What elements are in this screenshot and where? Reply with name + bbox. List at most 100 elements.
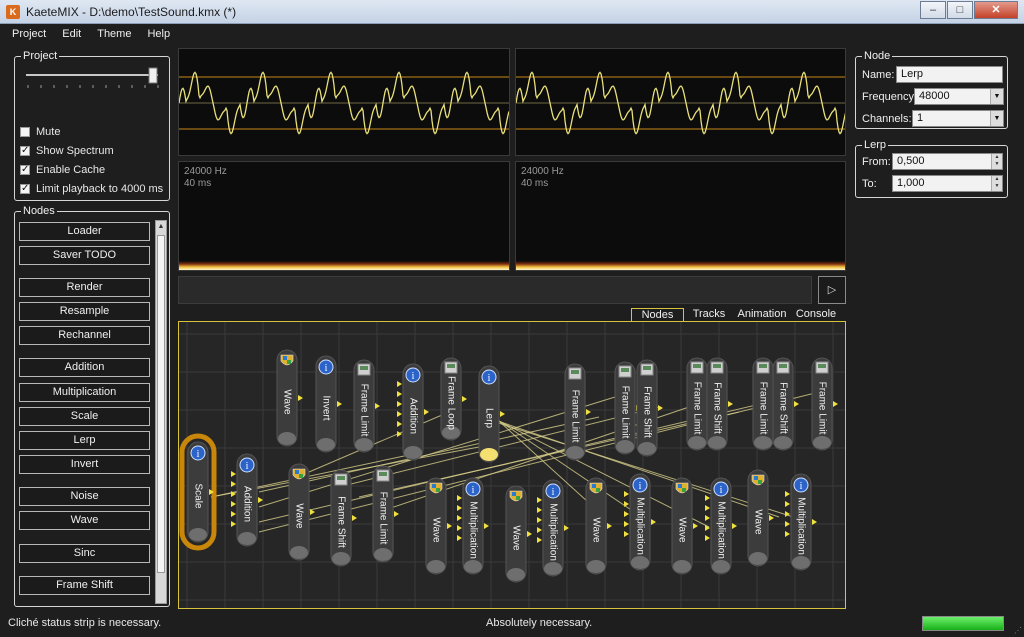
- graph-node-frame-limit[interactable]: Frame Limit: [353, 359, 380, 453]
- spin-arrows-icon[interactable]: ▲ ▼: [991, 176, 1002, 191]
- input-port[interactable]: [705, 495, 710, 501]
- input-port[interactable]: [457, 535, 462, 541]
- chevron-down-icon[interactable]: ▼: [990, 111, 1003, 126]
- node-button-loader[interactable]: Loader: [19, 222, 150, 241]
- menu-project[interactable]: Project: [12, 25, 46, 44]
- input-port[interactable]: [231, 471, 236, 477]
- input-port[interactable]: [397, 401, 402, 407]
- node-button-wave[interactable]: Wave: [19, 511, 150, 530]
- node-button-rechannel[interactable]: Rechannel: [19, 326, 150, 345]
- input-port[interactable]: [624, 531, 629, 537]
- node-button-sinc[interactable]: Sinc: [19, 544, 150, 563]
- input-port[interactable]: [785, 521, 790, 527]
- input-port[interactable]: [624, 491, 629, 497]
- play-button[interactable]: ▷: [818, 276, 846, 304]
- tab-console[interactable]: Console: [792, 308, 840, 322]
- graph-node-wave[interactable]: Wave: [505, 485, 532, 583]
- graph-node-frame-limit[interactable]: Frame Limit: [372, 465, 399, 563]
- spin-arrows-icon[interactable]: ▲ ▼: [991, 154, 1002, 169]
- node-button-addition[interactable]: Addition: [19, 358, 150, 377]
- input-port[interactable]: [231, 511, 236, 517]
- input-port[interactable]: [457, 525, 462, 531]
- input-port[interactable]: [397, 391, 402, 397]
- limit-playback-checkbox[interactable]: ✓ Limit playback to 4000 ms: [20, 183, 163, 195]
- input-port[interactable]: [537, 527, 542, 533]
- close-button[interactable]: ✕: [974, 1, 1018, 19]
- node-button-render[interactable]: Render: [19, 278, 150, 297]
- input-port[interactable]: [705, 505, 710, 511]
- input-port[interactable]: [457, 505, 462, 511]
- output-port[interactable]: [500, 411, 505, 417]
- output-port[interactable]: [769, 515, 774, 521]
- graph-node-addition[interactable]: i Addition: [231, 453, 263, 547]
- from-stepper[interactable]: 0,500 ▲ ▼: [892, 153, 1003, 170]
- input-port[interactable]: [705, 535, 710, 541]
- graph-node-frame-shift[interactable]: Frame Shift: [636, 359, 663, 457]
- node-button-noise[interactable]: Noise: [19, 487, 150, 506]
- output-port[interactable]: [462, 396, 467, 402]
- input-port[interactable]: [457, 515, 462, 521]
- chevron-down-icon[interactable]: ▼: [990, 89, 1003, 104]
- resize-grip-icon[interactable]: ⋰: [1014, 626, 1022, 635]
- input-port[interactable]: [537, 507, 542, 513]
- tab-tracks[interactable]: Tracks: [687, 308, 731, 322]
- graph-node-wave[interactable]: Wave: [671, 477, 698, 575]
- graph-node-multiplication[interactable]: i Multiplication: [457, 477, 489, 575]
- node-button-resample[interactable]: Resample: [19, 302, 150, 321]
- input-port[interactable]: [624, 501, 629, 507]
- input-port[interactable]: [397, 411, 402, 417]
- maximize-button[interactable]: □: [947, 1, 973, 19]
- input-port[interactable]: [397, 431, 402, 437]
- input-port[interactable]: [397, 381, 402, 387]
- show-spectrum-checkbox[interactable]: ✓ Show Spectrum: [20, 145, 114, 157]
- input-port[interactable]: [537, 517, 542, 523]
- input-port[interactable]: [231, 521, 236, 527]
- node-button-saver[interactable]: Saver TODO: [19, 246, 150, 265]
- input-port[interactable]: [785, 491, 790, 497]
- input-port[interactable]: [397, 421, 402, 427]
- graph-node-wave[interactable]: Wave: [425, 477, 452, 575]
- to-stepper[interactable]: 1,000 ▲ ▼: [892, 175, 1003, 192]
- enable-cache-checkbox[interactable]: ✓ Enable Cache: [20, 164, 105, 176]
- input-port[interactable]: [785, 501, 790, 507]
- menu-theme[interactable]: Theme: [97, 25, 131, 44]
- output-port[interactable]: [394, 511, 399, 517]
- input-port[interactable]: [785, 531, 790, 537]
- channels-select[interactable]: 1 ▼: [912, 110, 1004, 127]
- node-button-invert[interactable]: Invert: [19, 455, 150, 474]
- output-port[interactable]: [352, 515, 357, 521]
- node-button-lerp[interactable]: Lerp: [19, 431, 150, 450]
- graph-node-frame-shift[interactable]: Frame Shift: [330, 469, 357, 567]
- scroll-up-icon[interactable]: ▲: [156, 221, 166, 233]
- frequency-select[interactable]: 48000 ▼: [914, 88, 1004, 105]
- output-port[interactable]: [728, 401, 733, 407]
- nodes-scrollbar[interactable]: ▲: [155, 220, 167, 604]
- timeline-bar[interactable]: [178, 276, 812, 304]
- nodes-scrollbar-thumb[interactable]: [157, 235, 165, 573]
- graph-node-wave[interactable]: Wave: [585, 477, 612, 575]
- graph-node-invert[interactable]: i Invert: [315, 355, 342, 453]
- input-port[interactable]: [537, 537, 542, 543]
- node-graph-canvas[interactable]: i Scale i Addition Wave i Invert Frame Limit i Ad…: [178, 321, 846, 609]
- node-button-multiplication[interactable]: Multiplication: [19, 383, 150, 402]
- input-port[interactable]: [624, 521, 629, 527]
- graph-node-wave[interactable]: Wave: [276, 349, 303, 447]
- name-field[interactable]: Lerp: [896, 66, 1003, 83]
- minimize-button[interactable]: –: [920, 1, 946, 19]
- input-port[interactable]: [537, 497, 542, 503]
- output-port[interactable]: [794, 401, 799, 407]
- graph-node-addition[interactable]: i Addition: [397, 363, 429, 461]
- input-port[interactable]: [705, 515, 710, 521]
- graph-node-wave[interactable]: Wave: [747, 469, 774, 567]
- tab-animation[interactable]: Animation: [735, 308, 789, 322]
- node-button-frame-shift[interactable]: Frame Shift: [19, 576, 150, 595]
- input-port[interactable]: [624, 511, 629, 517]
- input-port[interactable]: [231, 501, 236, 507]
- graph-node-multiplication[interactable]: i Multiplication: [785, 473, 817, 571]
- tab-nodes[interactable]: Nodes: [631, 308, 684, 322]
- node-button-scale[interactable]: Scale: [19, 407, 150, 426]
- menu-edit[interactable]: Edit: [62, 25, 81, 44]
- graph-node-multiplication[interactable]: i Multiplication: [705, 477, 737, 575]
- output-port[interactable]: [833, 401, 838, 407]
- volume-slider[interactable]: [18, 65, 168, 93]
